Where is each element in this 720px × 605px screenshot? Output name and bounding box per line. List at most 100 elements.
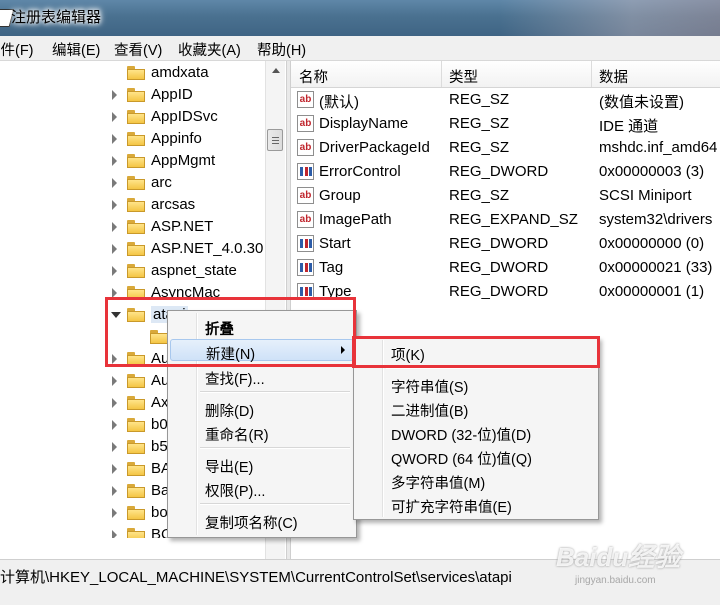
expand-arrow-icon[interactable] (112, 508, 117, 518)
string-value-icon: ab (297, 139, 314, 156)
expand-arrow-icon[interactable] (112, 486, 117, 496)
tree-item-aspnet-state[interactable]: aspnet_state (0, 260, 270, 282)
tree-item-appid[interactable]: AppID (0, 84, 270, 106)
expand-arrow-icon[interactable] (112, 134, 117, 144)
tree-item-appmgmt[interactable]: AppMgmt (0, 150, 270, 172)
menu-view[interactable]: 查看(V) (114, 39, 162, 60)
expand-arrow-icon[interactable] (112, 464, 117, 474)
menu-favorites[interactable]: 收藏夹(A) (178, 39, 241, 60)
submenu-arrow-icon (341, 346, 345, 354)
folder-icon (127, 374, 145, 388)
menu-help[interactable]: 帮助(H) (257, 39, 306, 60)
expand-arrow-icon[interactable] (112, 112, 117, 122)
new-submenu: 项(K) 字符串值(S) 二进制值(B) DWORD (32-位)值(D) QW… (353, 337, 599, 520)
menu-item-new[interactable]: 新建(N) (170, 339, 354, 363)
expand-arrow-icon[interactable] (112, 90, 117, 100)
expand-arrow-icon[interactable] (112, 244, 117, 254)
collapse-arrow-icon[interactable] (111, 312, 121, 318)
folder-icon (127, 132, 145, 146)
string-value-icon: ab (297, 91, 314, 108)
title-bar-background (500, 0, 720, 36)
menu-item-copy-key-name[interactable]: 复制项名称(C) (170, 509, 354, 532)
tree-item-arc[interactable]: arc (0, 172, 270, 194)
value-row-start[interactable]: Start REG_DWORD 0x00000000 (0) (291, 232, 720, 256)
folder-icon (150, 330, 168, 344)
baidu-jingyan-watermark: Baidu经验 (556, 542, 681, 572)
submenu-item-dword-value[interactable]: DWORD (32-位)值(D) (356, 421, 596, 444)
folder-icon (127, 220, 145, 234)
expand-arrow-icon[interactable] (112, 354, 117, 364)
submenu-item-binary-value[interactable]: 二进制值(B) (356, 397, 596, 420)
value-row-default[interactable]: ab (默认) REG_SZ (数值未设置) (291, 88, 720, 112)
folder-icon (127, 396, 145, 410)
value-row-imagepath[interactable]: ab ImagePath REG_EXPAND_SZ system32\driv… (291, 208, 720, 232)
folder-icon (127, 440, 145, 454)
menu-item-collapse[interactable]: 折叠 (170, 315, 354, 338)
tree-item-appidsvc[interactable]: AppIDSvc (0, 106, 270, 128)
column-header-name[interactable]: 名称 (299, 66, 328, 87)
value-row-errorcontrol[interactable]: ErrorControl REG_DWORD 0x00000003 (3) (291, 160, 720, 184)
value-row-group[interactable]: ab Group REG_SZ SCSI Miniport (291, 184, 720, 208)
value-row-tag[interactable]: Tag REG_DWORD 0x00000021 (33) (291, 256, 720, 280)
submenu-item-string-value[interactable]: 字符串值(S) (356, 373, 596, 396)
tree-item-asyncmac[interactable]: AsyncMac (0, 282, 270, 304)
value-row-driverpackageid[interactable]: ab DriverPackageId REG_SZ mshdc.inf_amd6… (291, 136, 720, 160)
menu-item-permissions[interactable]: 权限(P)... (170, 477, 354, 500)
tree-item-appinfo[interactable]: Appinfo (0, 128, 270, 150)
binary-value-icon (297, 163, 314, 180)
tree-item-asp-net[interactable]: ASP.NET (0, 216, 270, 238)
list-header: 名称 类型 数据 (291, 61, 720, 88)
column-header-type[interactable]: 类型 (449, 66, 478, 87)
menu-item-delete[interactable]: 删除(D) (170, 397, 354, 420)
expand-arrow-icon[interactable] (112, 398, 117, 408)
submenu-item-qword-value[interactable]: QWORD (64 位)值(Q) (356, 445, 596, 468)
folder-icon (127, 242, 145, 256)
folder-icon (127, 528, 145, 538)
menu-item-export[interactable]: 导出(E) (170, 453, 354, 476)
submenu-item-multi-string-value[interactable]: 多字符串值(M) (356, 469, 596, 492)
submenu-item-key[interactable]: 项(K) (356, 341, 596, 364)
status-bar-path: 计算机\HKEY_LOCAL_MACHINE\SYSTEM\CurrentCon… (0, 569, 512, 586)
value-row-type[interactable]: Type REG_DWORD 0x00000001 (1) (291, 280, 720, 304)
expand-arrow-icon[interactable] (112, 288, 117, 298)
folder-icon (127, 154, 145, 168)
folder-icon (127, 484, 145, 498)
tree-item-asp-net-4[interactable]: ASP.NET_4.0.30 (0, 238, 270, 260)
context-menu: 折叠 新建(N) 查找(F)... 删除(D) 重命名(R) 导出(E) 权限(… (167, 310, 357, 538)
expand-arrow-icon[interactable] (112, 200, 117, 210)
folder-icon (127, 88, 145, 102)
folder-icon (127, 66, 145, 80)
menu-edit[interactable]: 编辑(E) (52, 39, 100, 60)
folder-icon (127, 198, 145, 212)
tree-item-amdxata[interactable]: amdxata (0, 62, 270, 84)
window-title: 注册表编辑器 (11, 9, 102, 26)
scrollbar-thumb[interactable] (267, 129, 283, 151)
folder-open-icon (127, 308, 145, 322)
expand-arrow-icon[interactable] (112, 266, 117, 276)
column-header-data[interactable]: 数据 (599, 66, 628, 87)
expand-arrow-icon[interactable] (112, 222, 117, 232)
folder-icon (127, 418, 145, 432)
expand-arrow-icon[interactable] (112, 178, 117, 188)
folder-icon (127, 506, 145, 520)
expand-arrow-icon[interactable] (112, 376, 117, 386)
folder-icon (127, 110, 145, 124)
expand-arrow-icon[interactable] (112, 530, 117, 538)
menu-bar: 文件(F) 编辑(E) 查看(V) 收藏夹(A) 帮助(H) (0, 36, 720, 61)
binary-value-icon (297, 259, 314, 276)
string-value-icon: ab (297, 211, 314, 228)
tree-item-arcsas[interactable]: arcsas (0, 194, 270, 216)
folder-icon (127, 264, 145, 278)
value-row-displayname[interactable]: ab DisplayName REG_SZ IDE 通道 (291, 112, 720, 136)
string-value-icon: ab (297, 187, 314, 204)
scroll-up-arrow-icon[interactable] (272, 68, 280, 73)
menu-item-find[interactable]: 查找(F)... (170, 365, 354, 388)
expand-arrow-icon[interactable] (112, 442, 117, 452)
expand-arrow-icon[interactable] (112, 156, 117, 166)
expand-arrow-icon[interactable] (112, 420, 117, 430)
submenu-item-expandable-string-value[interactable]: 可扩充字符串值(E) (356, 493, 596, 516)
binary-value-icon (297, 235, 314, 252)
folder-icon (127, 352, 145, 366)
menu-item-rename[interactable]: 重命名(R) (170, 421, 354, 444)
menu-file[interactable]: 文件(F) (0, 39, 34, 60)
